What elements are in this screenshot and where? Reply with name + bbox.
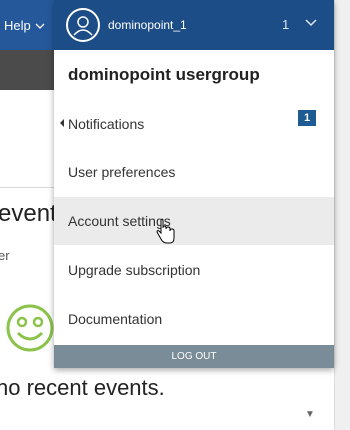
user-dropdown-menu: dominopoint_1 1 dominopoint usergroup No…: [54, 0, 334, 368]
chevron-down-icon[interactable]: [304, 16, 318, 35]
events-heading: event: [0, 200, 57, 227]
scroll-down-icon[interactable]: ▼: [298, 405, 322, 425]
help-label: Help: [4, 17, 31, 33]
secondary-toolbar: [0, 50, 54, 90]
menu-item-documentation[interactable]: Documentation: [54, 295, 334, 343]
no-events-message: no recent events.: [0, 375, 165, 400]
smiley-icon: [0, 300, 54, 360]
filter-text: er: [0, 248, 10, 263]
username: dominopoint_1: [108, 18, 187, 32]
page-scrollbar[interactable]: [334, 0, 350, 430]
notification-count: 1: [282, 17, 290, 32]
menu-item-label: Upgrade subscription: [68, 262, 201, 278]
menu-item-label: Documentation: [68, 311, 163, 327]
help-menu[interactable]: Help: [0, 0, 54, 50]
group-name: dominopoint usergroup: [68, 65, 260, 84]
section-divider: [0, 187, 54, 188]
user-menu-header[interactable]: dominopoint_1 1: [54, 0, 334, 50]
menu-item-account-settings[interactable]: Account settings: [54, 197, 334, 245]
menu-item-upgrade-subscription[interactable]: Upgrade subscription: [54, 246, 334, 294]
menu-item-label: Notifications: [68, 116, 145, 132]
menu-item-user-preferences[interactable]: User preferences: [54, 148, 334, 196]
chevron-down-icon: [35, 18, 45, 33]
user-avatar-icon: [66, 8, 100, 42]
logout-button[interactable]: LOG OUT: [54, 345, 334, 368]
menu-item-notifications[interactable]: Notifications: [54, 100, 334, 148]
hand-cursor-icon: [155, 218, 177, 245]
menu-item-label: User preferences: [68, 164, 176, 180]
notification-badge: 1: [298, 110, 316, 126]
